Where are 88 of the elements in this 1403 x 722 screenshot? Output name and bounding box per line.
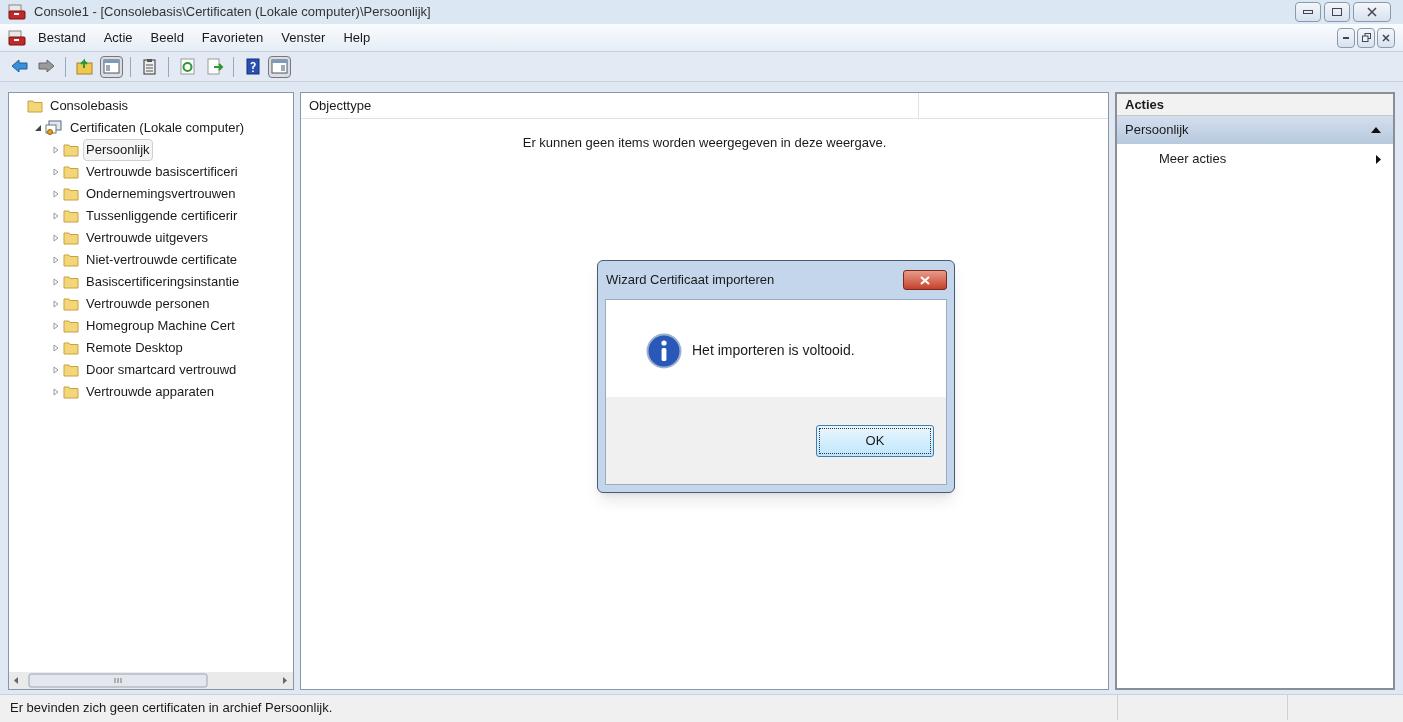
restore-button[interactable] xyxy=(1357,27,1375,48)
expanded-triangle-icon[interactable] xyxy=(34,124,42,132)
submenu-arrow-icon xyxy=(1376,154,1381,164)
console-tree-icon xyxy=(102,57,121,76)
folder-icon xyxy=(63,363,79,377)
toolbox-icon xyxy=(8,4,26,20)
empty-list-message: Er kunnen geen items worden weergegeven in deze weergave. xyxy=(522,134,887,152)
action-pane-button[interactable] xyxy=(268,55,291,78)
close-icon xyxy=(1382,33,1390,42)
restore-icon xyxy=(1361,33,1371,42)
tree-item[interactable]: Basiscertificeringsinstantie xyxy=(83,271,243,293)
dialog-message: Het importeren is voltooid. xyxy=(692,341,855,360)
minimize-button[interactable] xyxy=(1295,2,1321,22)
collapsed-triangle-icon[interactable] xyxy=(52,146,60,154)
folder-up-icon xyxy=(75,57,94,76)
actions-section-header[interactable]: Persoonlijk xyxy=(1117,116,1393,144)
dialog-title: Wizard Certificaat importeren xyxy=(606,271,775,290)
close-button[interactable] xyxy=(1353,2,1391,22)
minimize-button[interactable] xyxy=(1337,27,1355,48)
collapse-arrow-icon xyxy=(1371,127,1381,133)
menu-item[interactable]: Bestand xyxy=(38,27,86,48)
tree-item[interactable]: Door smartcard vertrouwd xyxy=(83,359,240,381)
clipboard-icon xyxy=(140,57,159,76)
minimize-icon xyxy=(1303,10,1313,14)
horizontal-scrollbar[interactable] xyxy=(9,672,293,689)
refresh-icon xyxy=(178,57,197,76)
action-item[interactable]: Meer acties xyxy=(1117,144,1393,174)
close-icon xyxy=(920,275,930,285)
collapsed-triangle-icon[interactable] xyxy=(52,234,60,242)
tree-item[interactable]: Vertrouwde uitgevers xyxy=(83,227,212,249)
collapsed-triangle-icon[interactable] xyxy=(52,366,60,374)
tree-item[interactable]: Ondernemingsvertrouwen xyxy=(83,183,239,205)
minimize-icon xyxy=(1343,36,1349,39)
folder-icon xyxy=(63,341,79,355)
tree-item[interactable]: Tussenliggende certificerir xyxy=(83,205,241,227)
help-icon xyxy=(243,57,262,76)
tree-item[interactable]: Consolebasis xyxy=(47,95,132,117)
folder-icon xyxy=(63,143,79,157)
export-list-icon xyxy=(205,57,224,76)
status-bar-text: Er bevinden zich geen certificaten in archief Persoonlijk. xyxy=(9,698,334,717)
folder-icon xyxy=(63,319,79,333)
close-button[interactable] xyxy=(1377,27,1395,48)
collapsed-triangle-icon[interactable] xyxy=(52,322,60,330)
collapsed-triangle-icon[interactable] xyxy=(52,278,60,286)
close-icon xyxy=(1367,7,1377,17)
menu-item[interactable]: Venster xyxy=(281,27,326,48)
close-button[interactable] xyxy=(903,270,947,290)
tree-item[interactable]: Vertrouwde apparaten xyxy=(83,381,217,403)
folder-icon xyxy=(63,385,79,399)
actions-header: Acties xyxy=(1117,94,1393,116)
tree-item[interactable]: Remote Desktop xyxy=(83,337,186,359)
menu-item[interactable]: Beeld xyxy=(150,27,184,48)
forward-arrow-icon xyxy=(37,57,56,76)
collapsed-triangle-icon[interactable] xyxy=(52,388,60,396)
folder-icon xyxy=(63,165,79,179)
menu-item[interactable]: Help xyxy=(343,27,371,48)
menu-item[interactable]: Favorieten xyxy=(201,27,264,48)
folder-icon xyxy=(63,253,79,267)
folder-icon xyxy=(27,99,43,113)
collapsed-triangle-icon[interactable] xyxy=(52,212,60,220)
tree-item[interactable]: Homegroup Machine Cert xyxy=(83,315,238,337)
tree-item[interactable]: Vertrouwde basiscertificeri xyxy=(83,161,241,183)
folder-icon xyxy=(63,209,79,223)
maximize-icon xyxy=(1332,8,1342,16)
ok-button[interactable]: OK xyxy=(816,424,934,457)
menu-item[interactable]: Actie xyxy=(103,27,133,48)
folder-icon xyxy=(63,187,79,201)
folder-icon xyxy=(63,297,79,311)
tree-item[interactable]: Vertrouwde personen xyxy=(83,293,213,315)
certificate-computer-icon xyxy=(45,120,63,136)
folder-icon xyxy=(63,231,79,245)
collapsed-triangle-icon[interactable] xyxy=(52,300,60,308)
tree-item[interactable]: Niet-vertrouwde certificate xyxy=(83,249,240,271)
toolbox-icon xyxy=(8,29,26,46)
tree-item[interactable]: Persoonlijk xyxy=(83,139,153,161)
collapsed-triangle-icon[interactable] xyxy=(52,256,60,264)
collapsed-triangle-icon[interactable] xyxy=(52,344,60,352)
window-title: Console1 - [Consolebasis\Certificaten (Lokale computer)\Persoonlijk] xyxy=(34,3,431,22)
info-icon xyxy=(646,332,682,369)
console-tree-button[interactable] xyxy=(100,55,123,78)
collapsed-triangle-icon[interactable] xyxy=(52,190,60,198)
back-arrow-icon xyxy=(10,57,29,76)
column-header[interactable]: Objecttype xyxy=(301,93,919,118)
maximize-button[interactable] xyxy=(1324,2,1350,22)
action-pane-icon xyxy=(270,57,289,76)
folder-icon xyxy=(63,275,79,289)
collapsed-triangle-icon[interactable] xyxy=(52,168,60,176)
tree-item[interactable]: Certificaten (Lokale computer) xyxy=(67,117,248,139)
